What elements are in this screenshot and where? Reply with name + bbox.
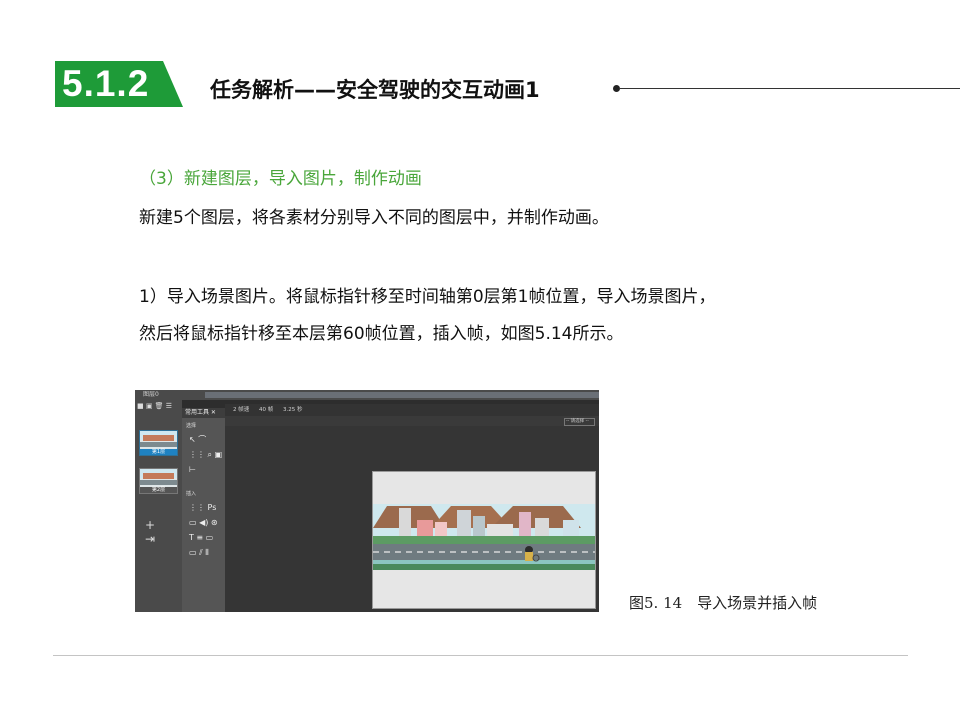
paragraph-intro: 新建5个图层，将各素材分别导入不同的图层中，并制作动画。: [139, 208, 609, 228]
layer-label-1: 第1层: [140, 449, 177, 455]
section-select-label: 选择: [186, 423, 197, 429]
stage-duration: 3.25 秒: [283, 407, 303, 413]
layer-actions[interactable]: + ⇥: [145, 518, 182, 546]
timeline-track[interactable]: [205, 392, 599, 398]
stage-fps: 2 帧速: [233, 407, 250, 413]
page-title: 任务解析——安全驾驶的交互动画1: [210, 78, 540, 102]
software-screenshot: 图层0 ■ ▣ 🗑 ☰ 第1层 第2层 + ⇥ 常用工具 ✕ 选择 ↖ ⌒ ⋮⋮…: [135, 390, 599, 612]
stage-select[interactable]: -- 请选择 --: [564, 418, 595, 426]
stage-info-bar: 2 帧速 40 帧 3.25 秒: [225, 404, 599, 416]
layer-thumbnail-2[interactable]: 第2层: [139, 468, 178, 494]
section-insert-label: 插入: [186, 491, 197, 497]
step-subtitle: （3）新建图层，导入图片，制作动画: [139, 169, 422, 189]
layer-panel-toolbar[interactable]: ■ ▣ 🗑 ☰: [137, 402, 172, 410]
timeline-bar: 图层0: [135, 390, 599, 400]
layer-panel: ■ ▣ 🗑 ☰ 第1层 第2层 + ⇥: [135, 400, 182, 612]
tool-panel-tab[interactable]: 常用工具 ✕: [182, 408, 225, 418]
layer-label-2: 第2层: [140, 487, 177, 493]
layer-thumbnail-1[interactable]: 第1层: [139, 430, 178, 456]
tool-panel: 常用工具 ✕ 选择 ↖ ⌒ ⋮⋮ ⌕ ▣ ⊢ 插入 ⋮⋮ Ps ▭ ◀) ⊛ T…: [182, 408, 272, 612]
stage-frames: 40 帧: [259, 407, 274, 413]
scene-image: [373, 472, 595, 608]
bottom-divider: [53, 655, 908, 656]
stage-canvas[interactable]: [372, 471, 596, 609]
timeline-label: 图层0: [143, 391, 159, 398]
stage-controls: -- 请选择 --: [225, 416, 599, 426]
select-tools[interactable]: ↖ ⌒ ⋮⋮ ⌕ ▣ ⊢: [189, 432, 223, 477]
section-number: 5.1.2: [62, 63, 150, 104]
figure-caption: 图5. 14 导入场景并插入帧: [629, 594, 818, 612]
insert-tools[interactable]: ⋮⋮ Ps ▭ ◀) ⊛ T ≡ ▭ ▭ ⫽ ⦀: [189, 500, 223, 560]
title-line: [619, 88, 960, 89]
paragraph-step1-line1: 1）导入场景图片。将鼠标指针移至时间轴第0层第1帧位置，导入场景图片，: [139, 287, 716, 307]
paragraph-step1-line2: 然后将鼠标指针移至本层第60帧位置，插入帧，如图5.14所示。: [139, 324, 624, 344]
